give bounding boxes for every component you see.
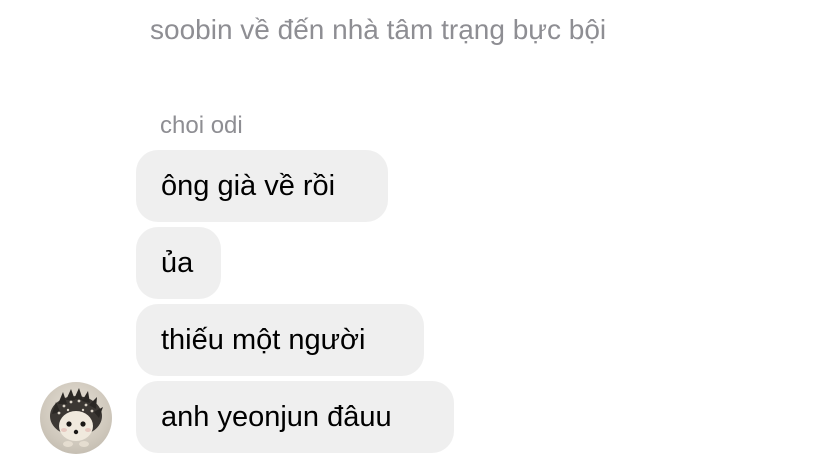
- message-text: ông già về rồi: [161, 169, 336, 202]
- message-text: ủa: [161, 246, 194, 279]
- avatar[interactable]: [40, 382, 112, 454]
- message-bubble[interactable]: thiếu một người: [136, 304, 424, 376]
- message-bubble[interactable]: ủa: [136, 227, 221, 299]
- message-text: thiếu một người: [161, 323, 366, 356]
- hedgehog-icon: [50, 388, 103, 447]
- sender-name: choi odi: [160, 112, 243, 139]
- message-bubble[interactable]: anh yeonjun đâuu: [136, 381, 454, 453]
- system-message: soobin về đến nhà tâm trạng bực bội: [150, 14, 607, 45]
- message-bubble[interactable]: ông già về rồi: [136, 150, 388, 222]
- message-text: anh yeonjun đâuu: [161, 400, 392, 433]
